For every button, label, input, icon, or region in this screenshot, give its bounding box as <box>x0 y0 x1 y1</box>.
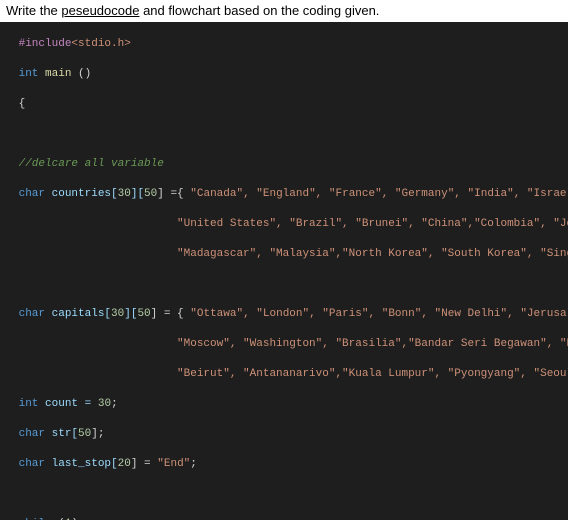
code-token: 20 <box>118 458 131 470</box>
prompt-prefix: Write the <box>6 3 61 18</box>
code-token: 50 <box>78 428 91 440</box>
code-token: count = <box>45 398 91 410</box>
code-token: char <box>19 458 45 470</box>
code-token: int <box>19 68 39 80</box>
code-token: last_stop[ <box>52 458 118 470</box>
code-token: main <box>45 68 71 80</box>
code-token: ; <box>111 398 118 410</box>
code-token: ] ={ <box>157 188 183 200</box>
code-token: "Madagascar", "Malaysia","North Korea", … <box>177 248 568 260</box>
code-token: ][ <box>131 188 144 200</box>
code-token: int <box>19 398 39 410</box>
code-token: "United States", "Brazil", "Brunei", "Ch… <box>177 218 568 230</box>
code-token: <stdio.h> <box>71 38 130 50</box>
prompt-suffix: and flowchart based on the coding given. <box>139 3 379 18</box>
code-token: 50 <box>137 308 150 320</box>
code-token: "Ottawa", "London", "Paris", "Bonn", "Ne… <box>190 308 568 320</box>
code-token: #include <box>19 38 72 50</box>
code-token: capitals[ <box>52 308 111 320</box>
code-token: "Moscow", "Washington", "Brasilia","Band… <box>177 338 568 350</box>
code-editor[interactable]: #include<stdio.h> int main () { //delcar… <box>0 22 568 520</box>
question-prompt: Write the peseudocode and flowchart base… <box>0 0 568 22</box>
prompt-underlined: peseudocode <box>61 3 139 18</box>
code-token: "Beirut", "Antananarivo","Kuala Lumpur",… <box>177 368 568 380</box>
code-token: ; <box>190 458 197 470</box>
code-token: char <box>19 308 45 320</box>
code-token: 30 <box>111 308 124 320</box>
code-token: str[ <box>52 428 78 440</box>
code-token: countries[ <box>52 188 118 200</box>
code-token: ] = { <box>151 308 184 320</box>
code-token: "End" <box>157 458 190 470</box>
code-token: ][ <box>124 308 137 320</box>
code-token: char <box>19 428 45 440</box>
code-token: { <box>19 98 26 110</box>
code-token: 30 <box>118 188 131 200</box>
code-token: 30 <box>98 398 111 410</box>
code-token: "Canada", "England", "France", "Germany"… <box>190 188 568 200</box>
code-token: 50 <box>144 188 157 200</box>
code-comment: //delcare all variable <box>19 158 164 170</box>
code-token: ] = <box>131 458 151 470</box>
code-token: () <box>78 68 91 80</box>
code-token: ]; <box>91 428 104 440</box>
code-token: char <box>19 188 45 200</box>
